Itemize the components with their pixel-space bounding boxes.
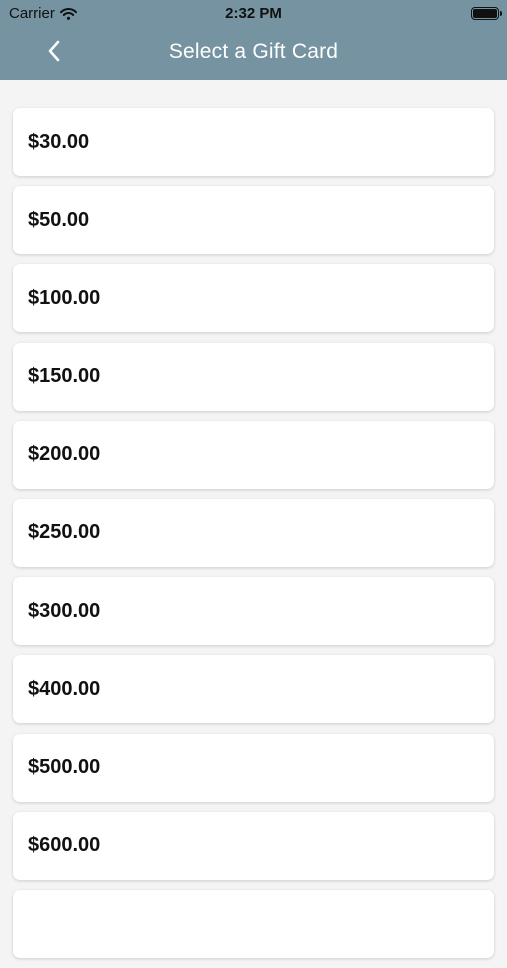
gift-card-amount: $600.00: [28, 834, 101, 857]
gift-card-amount: $30.00: [28, 130, 90, 153]
gift-card-amount: $250.00: [28, 521, 101, 544]
status-bar: Carrier 2:32 PM: [0, 0, 507, 28]
gift-card-list: $30.00 $50.00 $100.00 $150.00 $200.00 $2…: [13, 108, 494, 968]
gift-card-amount: $50.00: [28, 208, 90, 231]
gift-card-amount: $300.00: [28, 599, 101, 622]
page-title: Select a Gift Card: [168, 40, 339, 63]
gift-card-option[interactable]: $500.00: [13, 733, 494, 802]
gift-card-option[interactable]: $600.00: [13, 811, 494, 880]
gift-card-option[interactable]: $250.00: [13, 498, 494, 567]
gift-card-amount: $100.00: [28, 286, 101, 309]
battery-icon: [471, 7, 502, 20]
gift-card-option[interactable]: [13, 889, 494, 958]
gift-card-option[interactable]: $150.00: [13, 342, 494, 411]
gift-card-option[interactable]: $400.00: [13, 655, 494, 724]
gift-card-amount: $400.00: [28, 677, 101, 700]
gift-card-option[interactable]: $300.00: [13, 577, 494, 646]
gift-card-amount: $200.00: [28, 443, 101, 466]
status-time: 2:32 PM: [225, 5, 282, 22]
gift-card-option[interactable]: $30.00: [13, 108, 494, 176]
navigation-header: Carrier 2:32 PM Select a Gift Card: [0, 0, 507, 80]
gift-card-amount: $500.00: [28, 756, 101, 778]
gift-card-option[interactable]: $100.00: [13, 264, 494, 333]
gift-card-option[interactable]: $50.00: [13, 186, 494, 255]
gift-card-amount: $150.00: [28, 365, 101, 388]
gift-card-option[interactable]: $200.00: [13, 420, 494, 489]
